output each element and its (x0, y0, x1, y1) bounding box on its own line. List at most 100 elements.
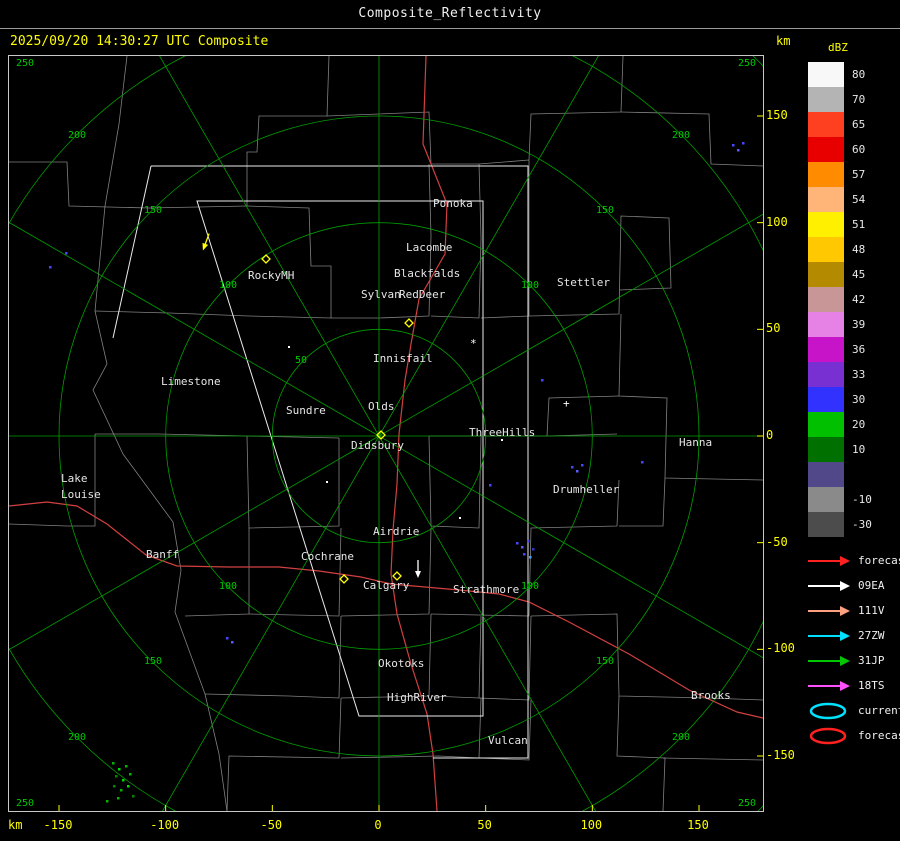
legend-label: current (858, 704, 900, 717)
legend-label: 09EA (858, 579, 885, 592)
scale-value-label: 30 (852, 393, 866, 406)
scale-row: 57 (808, 162, 882, 187)
range-ring-label: 100 (219, 581, 237, 592)
range-ring-label: 150 (596, 656, 614, 667)
scale-row: 48 (808, 237, 882, 262)
cell-glyph-icon: + (563, 397, 570, 410)
track-arrow-icon (415, 560, 421, 578)
scale-row: 65 (808, 112, 882, 137)
radar-site-icon (404, 318, 414, 328)
legend-label: 18TS (858, 679, 885, 692)
bottom-axis-tick-label: 150 (687, 818, 709, 832)
range-ring-label: 250 (16, 58, 34, 69)
radar-map[interactable]: 50 100 150 200 250 100 150 200 250 100 150 200 250 10… (8, 55, 764, 812)
city-label: Drumheller (553, 483, 620, 496)
scale-row: 36 (808, 337, 882, 362)
scale-row: 33 (808, 362, 882, 387)
city-label: Airdrie (373, 525, 419, 538)
city-label: Blackfalds (394, 267, 460, 280)
scale-swatch (808, 62, 844, 87)
range-ring-label: 100 (219, 280, 237, 291)
range-ring-label: 250 (738, 798, 756, 809)
county-boundaries (9, 56, 763, 811)
track-arrow-legend-icon (808, 655, 850, 666)
scale-row: 30 (808, 387, 882, 412)
page-title: Composite_Reflectivity (358, 6, 542, 21)
range-ring-label: 250 (738, 58, 756, 69)
scale-row (808, 462, 882, 487)
bottom-axis-unit: km (8, 818, 23, 832)
range-ring-label: 200 (68, 732, 86, 743)
scale-value-label: 45 (852, 268, 866, 281)
city-label: Vulcan (488, 734, 528, 747)
dbz-color-scale: 80 70 65 60 57 54 51 48 45 42 39 36 33 30 20 10 -10 -30 (808, 62, 882, 537)
legend-row: 27ZW (806, 623, 900, 648)
range-ring-label: 200 (672, 130, 690, 141)
scale-value-label: 70 (852, 93, 866, 106)
right-axis-unit: km (776, 34, 791, 48)
city-label: Cochrane (301, 550, 354, 563)
range-ring-label: 150 (596, 205, 614, 216)
bottom-axis-tick-label: 0 (374, 818, 382, 832)
legend-row: 31JP (806, 648, 900, 673)
scale-row: 70 (808, 87, 882, 112)
legend-row: current (806, 698, 900, 723)
scale-swatch (808, 362, 844, 387)
track-arrow-legend-icon (808, 555, 850, 566)
range-ring-grid (9, 56, 763, 811)
legend-row: 09EA (806, 573, 900, 598)
scale-value-label: 20 (852, 418, 866, 431)
bottom-axis-tick-label: -150 (43, 818, 73, 832)
city-label: Strathmore (453, 583, 519, 596)
scale-row: 60 (808, 137, 882, 162)
scale-swatch (808, 387, 844, 412)
city-label: Calgary (363, 579, 410, 592)
city-label: Stettler (557, 276, 610, 289)
scale-swatch (808, 262, 844, 287)
scale-value-label: -30 (852, 518, 872, 531)
city-label: RedDeer (399, 288, 446, 301)
range-ring-label: 100 (521, 280, 539, 291)
range-ring-label: 50 (295, 355, 307, 366)
range-ring-label: 150 (144, 205, 162, 216)
bottom-axis-tick-label: -100 (150, 818, 180, 832)
scale-swatch (808, 187, 844, 212)
city-label: Ponoka (433, 197, 473, 210)
scale-row: 10 (808, 437, 882, 462)
legend-label: 31JP (858, 654, 885, 667)
scale-value-label: -10 (852, 493, 872, 506)
right-axis-tick-label: -100 (766, 641, 795, 656)
range-ring-label: 100 (521, 581, 539, 592)
cell-dot-icon (459, 517, 461, 519)
track-ellipse-legend-icon (809, 727, 847, 744)
city-label: Okotoks (378, 657, 424, 670)
legend-label: forecast (858, 554, 900, 567)
bottom-axis-tick-label: 100 (580, 818, 603, 832)
scale-swatch (808, 462, 844, 487)
city-label: Hanna (679, 436, 712, 449)
radar-site-icon (261, 254, 271, 264)
scale-value-label: 36 (852, 343, 866, 356)
scale-row: 45 (808, 262, 882, 287)
range-ring-label: 150 (144, 656, 162, 667)
bottom-axis-tick-label: 50 (477, 818, 492, 832)
cell-glyph-icon: * (470, 337, 477, 350)
storm-track-legend: forecast 09EA 111V 27ZW 31JP 18TS current forec… (806, 548, 900, 748)
radar-sector-outlines (112, 165, 529, 759)
legend-label: 27ZW (858, 629, 885, 642)
right-axis-tick-label: 50 (766, 321, 781, 336)
city-label: Limestone (161, 375, 221, 388)
city-label: Didsbury (351, 439, 404, 452)
legend-row: forecast (806, 548, 900, 573)
cell-dot-icon (326, 481, 328, 483)
scale-value-label: 39 (852, 318, 866, 331)
scale-value-label: 48 (852, 243, 866, 256)
scale-row: 80 (808, 62, 882, 87)
scale-value-label: 80 (852, 68, 866, 81)
cell-dot-icon (288, 346, 290, 348)
scale-swatch (808, 337, 844, 362)
scale-row: 51 (808, 212, 882, 237)
scale-value-label: 42 (852, 293, 866, 306)
window-title: Composite_Reflectivity (0, 0, 900, 29)
scale-swatch (808, 137, 844, 162)
